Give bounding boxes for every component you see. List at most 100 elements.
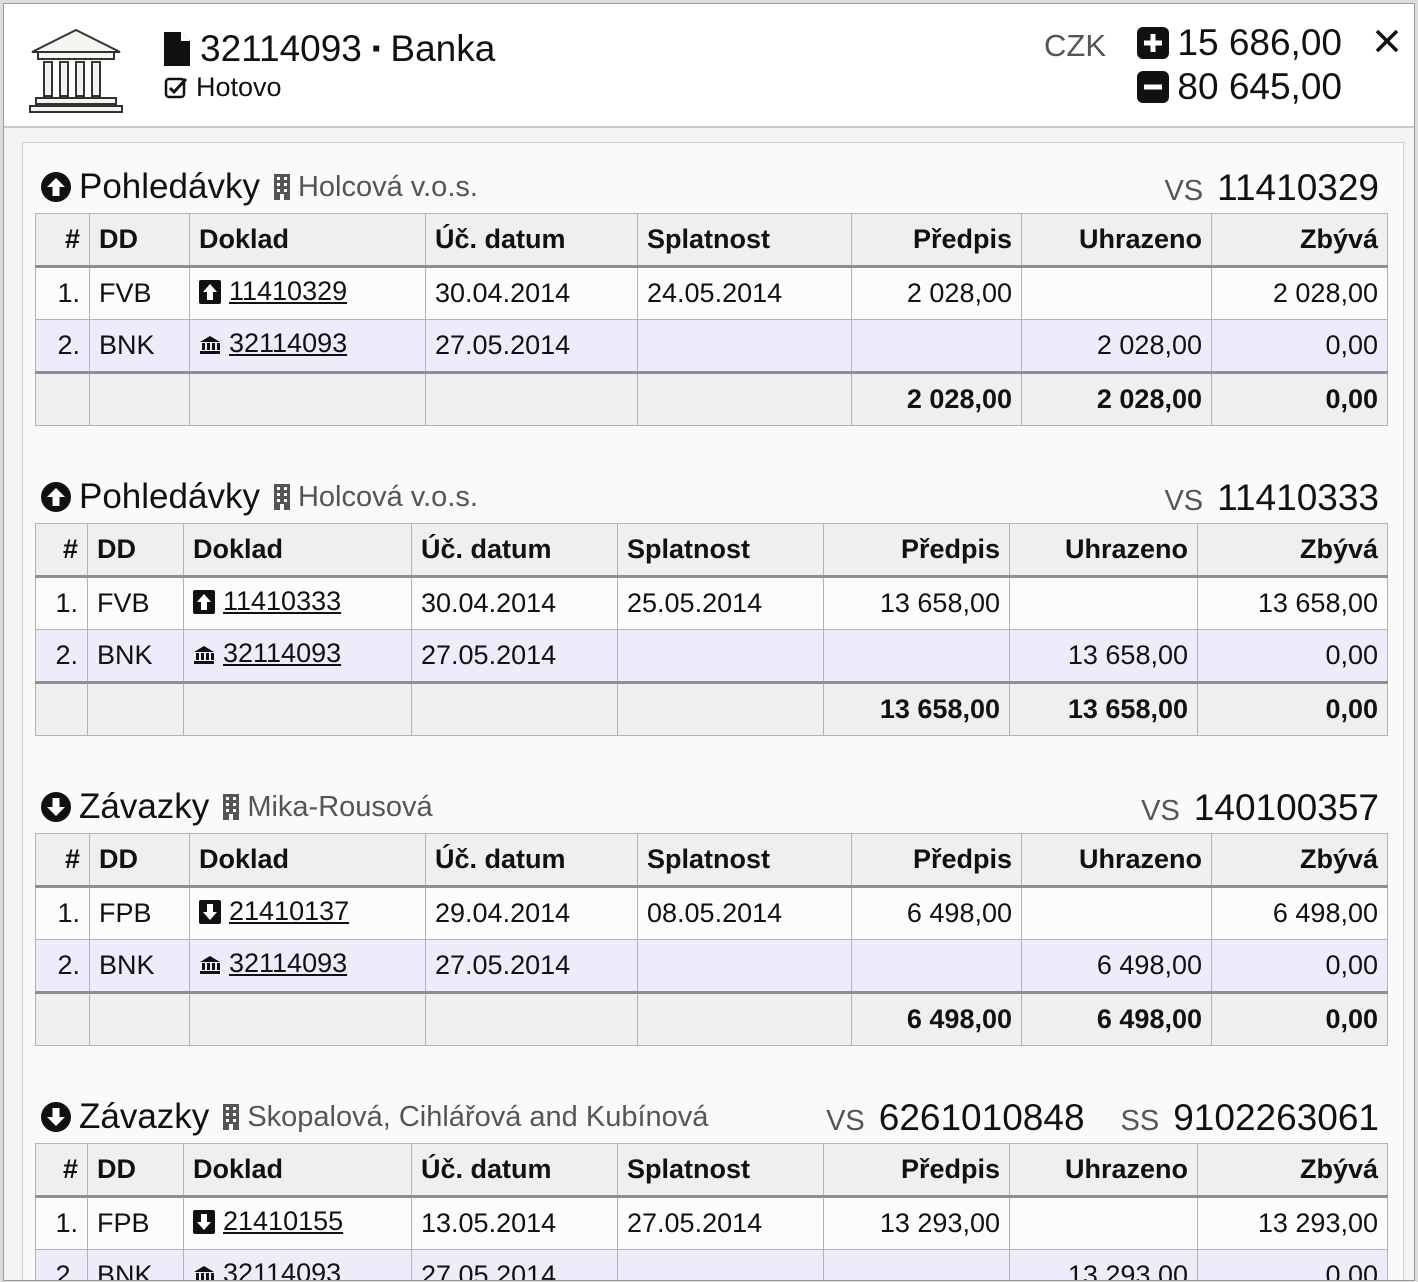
table-row: 1. FPB 21410155 13.05.2014 27.05.2014 13… [35,1196,1388,1250]
col-header-number: # [35,1143,88,1198]
prescribed-amount [823,629,1010,683]
document-link[interactable]: 32114093 [193,638,341,669]
empty-cell [87,681,184,736]
plus-square-icon [1137,27,1170,59]
col-header-zbyva: Zbývá [1197,523,1388,578]
receivable-section: Pohledávky Holcová v.o.s. VS 11410329 # … [35,161,1388,426]
document-cell: 21410155 [183,1196,412,1250]
table-row: 2. BNK 32114093 27.05.2014 2 028,00 0,00 [35,319,1388,373]
arrow-up-icon [199,279,221,304]
building-icon [273,174,290,200]
vs-value: 11410329 [1217,167,1379,208]
col-header-zbyva: Zbývá [1211,833,1388,888]
close-icon[interactable] [1372,26,1402,56]
paid-amount: 13 293,00 [1009,1249,1198,1280]
document-cell: 11410329 [189,266,426,320]
remaining-amount: 13 658,00 [1197,576,1388,630]
prescribed-amount [851,319,1022,373]
bank-icon [194,1265,214,1280]
col-header-uc-datum: Úč. datum [425,833,638,888]
posting-date: 27.05.2014 [411,1249,618,1280]
due-date [637,319,852,373]
document-link[interactable]: 11410329 [199,276,347,307]
partner-name[interactable]: Mika-Rousová [247,791,432,824]
document-link-text: 11410333 [223,586,342,617]
payment-table: # DD Doklad Úč. datum Splatnost Předpis … [35,523,1388,736]
col-header-predpis: Předpis [823,1143,1010,1198]
col-header-uhrazeno: Uhrazeno [1009,1143,1198,1198]
col-header-zbyva: Zbývá [1211,213,1388,268]
partner-name[interactable]: Holcová v.o.s. [298,171,478,204]
doc-type-code: FVB [87,576,184,630]
posting-date: 30.04.2014 [411,576,618,630]
document-number: 32114093 [200,28,362,69]
row-number: 1. [35,886,90,940]
document-cell: 32114093 [189,939,426,993]
vs-label: VS [1164,485,1204,517]
checkbox-checked-icon [164,77,188,98]
col-header-uc-datum: Úč. datum [411,523,618,578]
bank-icon [194,645,214,664]
col-header-dd: DD [89,213,190,268]
payment-table: # DD Doklad Úč. datum Splatnost Předpis … [35,1143,1388,1280]
document-link-text: 21410137 [229,896,350,927]
empty-cell [189,991,426,1046]
empty-cell [425,371,638,426]
liability-section: Závazky Mika-Rousová VS 140100357 # DD D… [35,781,1388,1046]
document-link[interactable]: 32114093 [199,948,347,979]
vs-label: VS [1164,175,1204,207]
payment-table: # DD Doklad Úč. datum Splatnost Předpis … [35,213,1388,426]
col-header-splatnost: Splatnost [637,213,852,268]
table-row: 2. BNK 32114093 27.05.2014 13 658,00 0,0… [35,629,1388,683]
empty-cell [617,681,824,736]
bank-icon [29,28,123,113]
prescribed-amount: 2 028,00 [851,266,1022,320]
vs-label: VS [826,1105,865,1137]
posting-date: 13.05.2014 [411,1196,618,1250]
posting-date: 27.05.2014 [425,939,638,993]
document-link-text: 32114093 [223,638,342,669]
totals-row: 13 658,00 13 658,00 0,00 [35,681,1388,736]
paid-amount: 13 658,00 [1009,629,1198,683]
col-header-uc-datum: Úč. datum [411,1143,618,1198]
col-header-splatnost: Splatnost [617,523,824,578]
document-title: 32114093 ▪ Banka [164,28,495,70]
document-link[interactable]: 21410155 [193,1206,343,1237]
row-number: 1. [35,266,90,320]
empty-cell [35,991,90,1046]
total-paid: 13 658,00 [1009,681,1198,736]
partner-name[interactable]: Skopalová, Cihlářová and Kubínová [247,1101,708,1134]
doc-type-code: BNK [87,1249,184,1280]
empty-cell [189,371,426,426]
currency-label: CZK [1044,28,1106,63]
document-link[interactable]: 32114093 [199,328,347,359]
document-link[interactable]: 32114093 [193,1258,341,1280]
col-header-doklad: Doklad [183,523,412,578]
prescribed-amount [851,939,1022,993]
total-prescribed: 2 028,00 [851,371,1022,426]
document-link[interactable]: 11410333 [193,586,341,617]
empty-cell [637,991,852,1046]
posting-date: 30.04.2014 [425,266,638,320]
document-cell: 21410137 [189,886,426,940]
doc-type-code: FPB [87,1196,184,1250]
col-header-number: # [35,523,88,578]
posting-date: 27.05.2014 [411,629,618,683]
partner-name[interactable]: Holcová v.o.s. [298,481,478,514]
document-link[interactable]: 21410137 [199,896,349,927]
document-cell: 11410333 [183,576,412,630]
due-date [637,939,852,993]
table-row: 1. FPB 21410137 29.04.2014 08.05.2014 6 … [35,886,1388,940]
prescribed-amount: 13 658,00 [823,576,1010,630]
doc-type-code: BNK [89,319,190,373]
doc-type-code: FVB [89,266,190,320]
row-number: 1. [35,1196,88,1250]
paid-amount [1009,1196,1198,1250]
document-link-text: 21410155 [223,1206,344,1237]
total-remaining: 0,00 [1211,991,1388,1046]
paid-amount: 2 028,00 [1021,319,1212,373]
bank-icon [200,955,220,974]
total-minus-value: 80 645,00 [1177,66,1342,107]
header: 32114093 ▪ Banka Hotovo CZK 15 686,00 80… [4,4,1414,128]
col-header-zbyva: Zbývá [1197,1143,1388,1198]
